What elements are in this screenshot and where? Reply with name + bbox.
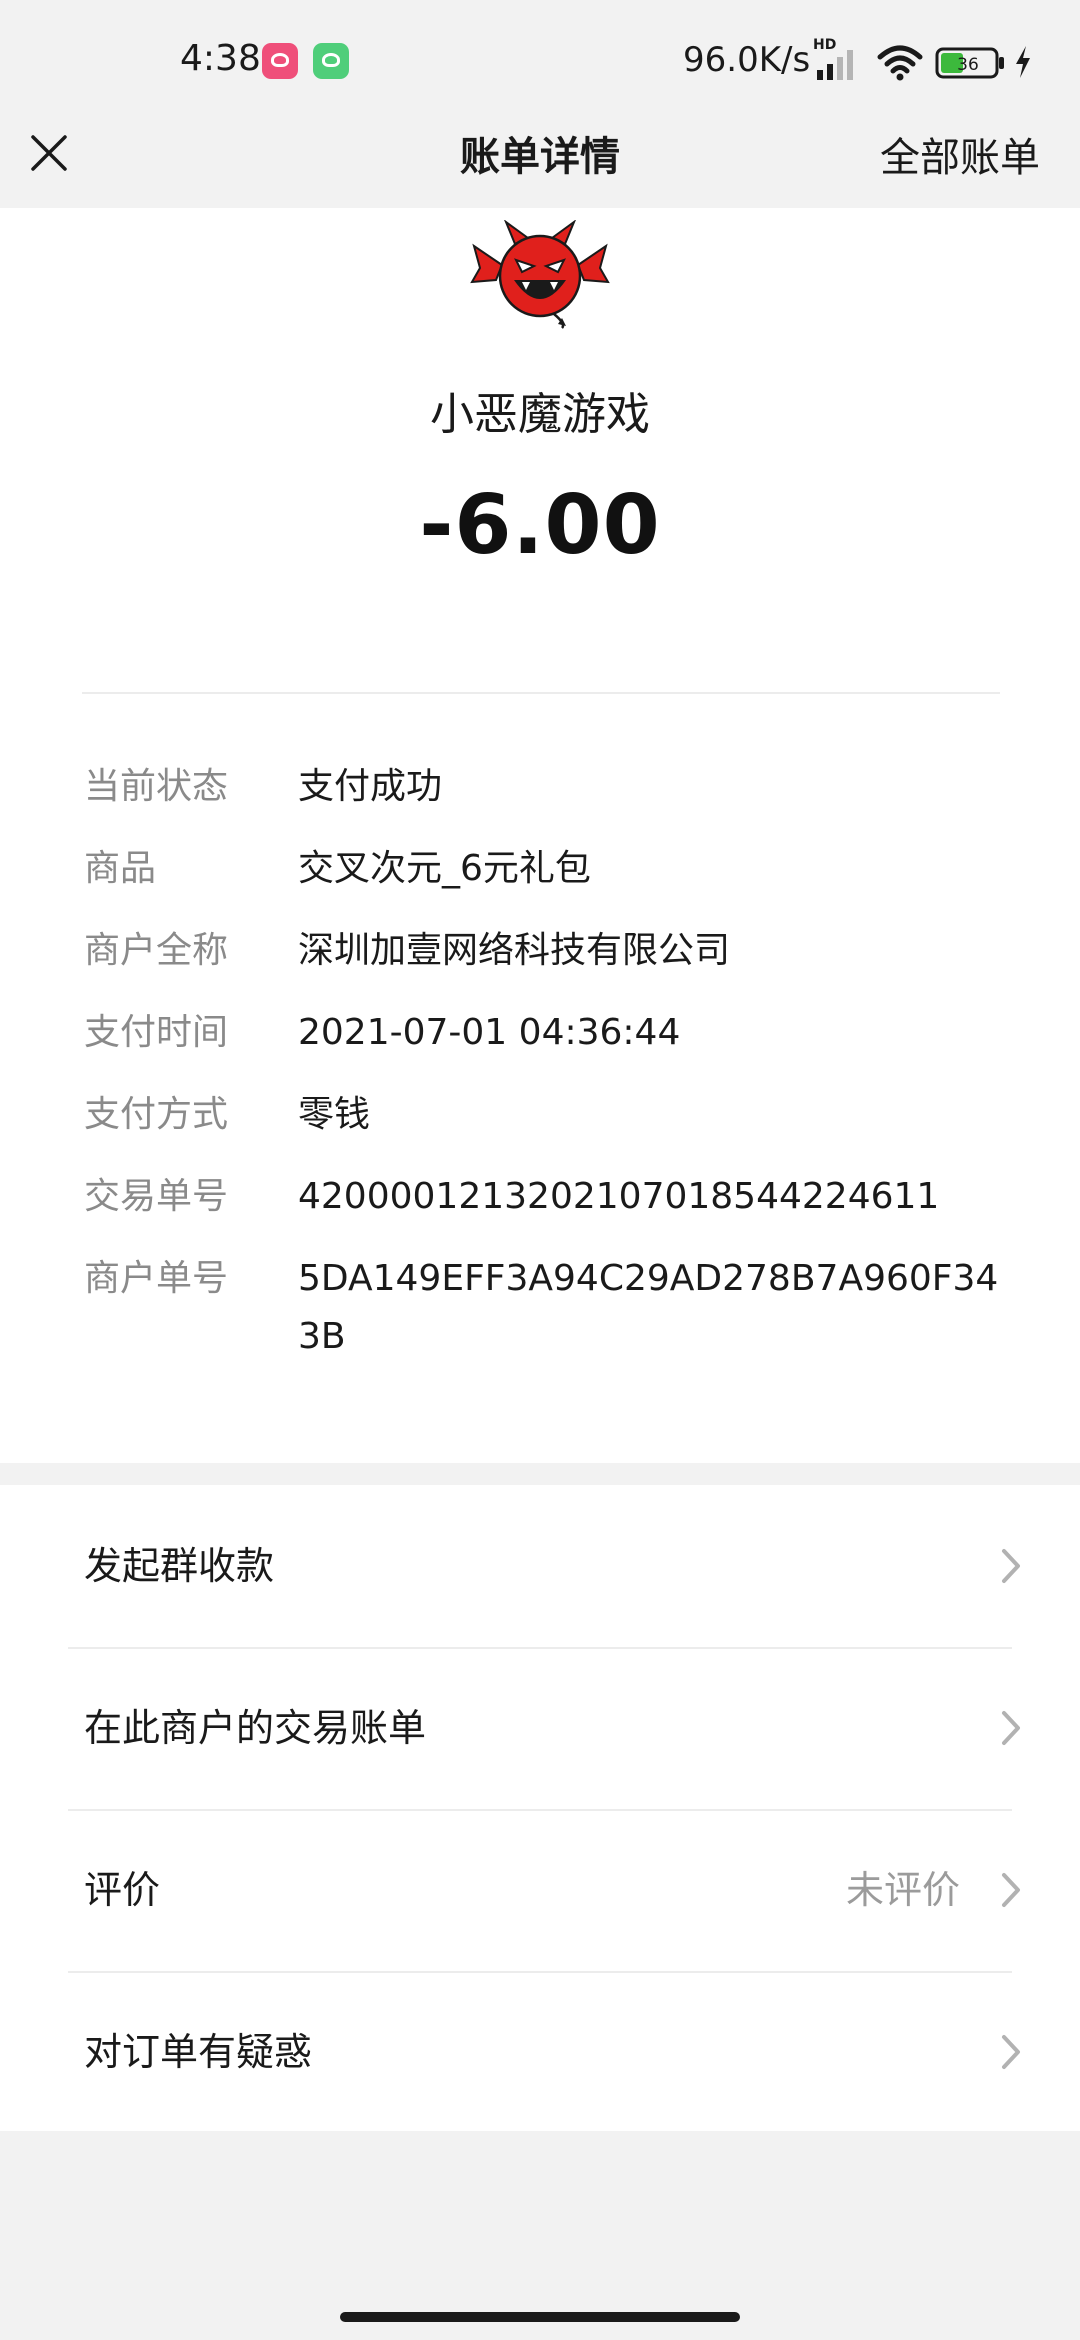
action-list: 发起群收款 在此商户的交易账单 评价 未评价 对订单有疑惑 xyxy=(0,1485,1080,2131)
action-group-collect[interactable]: 发起群收款 xyxy=(0,1485,1080,1647)
action-review[interactable]: 评价 未评价 xyxy=(0,1809,1080,1971)
detail-value[interactable]: 4200001213202107018544224611 xyxy=(298,1168,1018,1226)
detail-label: 支付时间 xyxy=(84,1012,229,1053)
action-merchant-bills[interactable]: 在此商户的交易账单 xyxy=(0,1647,1080,1809)
action-label: 发起群收款 xyxy=(84,1544,275,1588)
android-icon xyxy=(313,43,349,79)
battery-level: 36 xyxy=(957,55,979,75)
bill-summary-card: 小恶魔游戏 -6.00 当前状态 支付成功 商品 交叉次元_6元礼包 商户全称 … xyxy=(0,208,1080,1463)
network-speed: 96.0K/s xyxy=(683,40,811,80)
chevron-right-icon xyxy=(1002,1711,1020,1745)
action-label: 在此商户的交易账单 xyxy=(84,1706,427,1750)
chevron-right-icon xyxy=(1002,1549,1020,1583)
detail-label: 商户全称 xyxy=(84,930,229,971)
detail-value: 2021-07-01 04:36:44 xyxy=(298,1012,681,1053)
detail-label: 商品 xyxy=(84,848,157,889)
divider xyxy=(82,692,1000,694)
bottom-area xyxy=(0,2131,1080,2340)
app-badge-icon xyxy=(262,43,298,79)
devil-logo-icon xyxy=(470,220,610,329)
action-label: 评价 xyxy=(84,1868,161,1912)
review-status: 未评价 xyxy=(845,1868,960,1912)
detail-value[interactable]: 5DA149EFF3A94C29AD278B7A960F343B xyxy=(298,1250,1018,1366)
detail-value: 零钱 xyxy=(298,1094,371,1135)
detail-value: 交叉次元_6元礼包 xyxy=(298,848,591,889)
detail-label: 商户单号 xyxy=(84,1258,229,1299)
status-bar: 4:38 96.0K/s HD 36 xyxy=(0,0,1080,125)
detail-label: 交易单号 xyxy=(84,1176,229,1217)
charging-icon xyxy=(1016,46,1030,78)
detail-value: 支付成功 xyxy=(298,766,443,807)
action-order-question[interactable]: 对订单有疑惑 xyxy=(0,1971,1080,2133)
all-bills-link[interactable]: 全部账单 xyxy=(880,125,1040,183)
payment-amount: -6.00 xyxy=(419,478,661,573)
detail-label: 支付方式 xyxy=(84,1094,229,1135)
detail-label: 当前状态 xyxy=(84,766,229,807)
nav-bar: 账单详情 全部账单 xyxy=(0,110,1080,208)
merchant-name: 小恶魔游戏 xyxy=(430,389,650,440)
chevron-right-icon xyxy=(1002,1873,1020,1907)
battery-icon: 36 xyxy=(935,47,1004,79)
home-indicator[interactable] xyxy=(340,2312,740,2322)
chevron-right-icon xyxy=(1002,2035,1020,2069)
bill-detail-screen: 4:38 96.0K/s HD 36 账单详情 全部账单 小恶魔游戏 -6.00… xyxy=(0,0,1080,2340)
wifi-icon xyxy=(877,45,923,81)
signal-icon xyxy=(817,50,853,80)
detail-value: 深圳加壹网络科技有限公司 xyxy=(298,930,731,971)
status-time: 4:38 xyxy=(180,38,261,79)
action-label: 对订单有疑惑 xyxy=(84,2030,313,2074)
